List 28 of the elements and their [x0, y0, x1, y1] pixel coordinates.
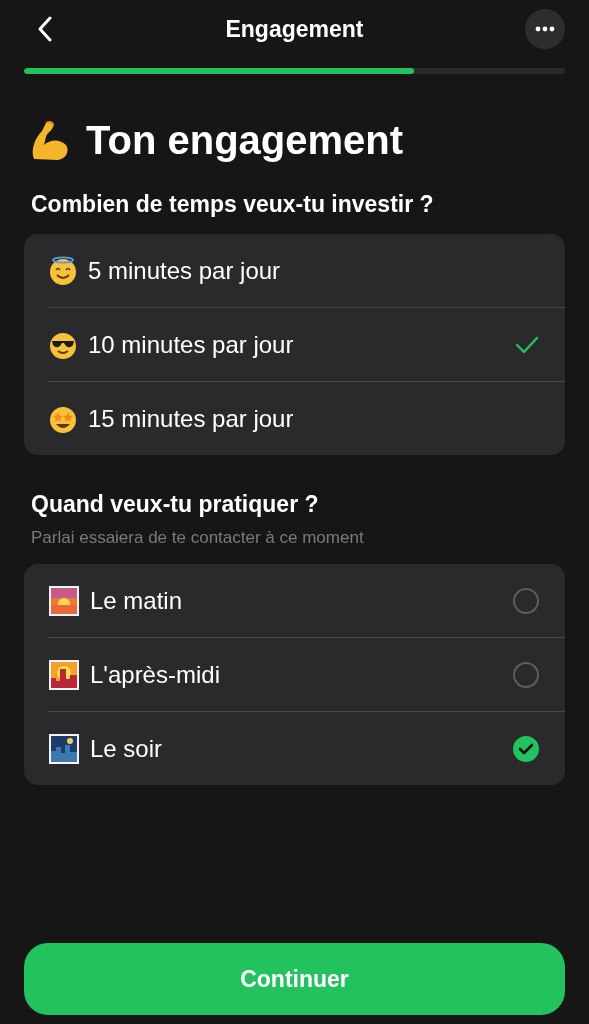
section-hint: Parlai essaiera de te contacter à ce moment: [31, 528, 365, 548]
option-label: 15 minutes par jour: [88, 404, 295, 433]
option-label: 5 minutes par jour: [88, 256, 282, 285]
screen-title: Engagement: [225, 15, 364, 43]
option-row[interactable]: Le soir: [24, 712, 565, 785]
option-row[interactable]: Le matin: [24, 564, 565, 637]
option-row[interactable]: 5 minutes par jour: [24, 234, 565, 307]
section-question: Quand veux-tu pratiquer ?: [31, 491, 320, 518]
back-icon: [38, 16, 52, 42]
radio-button[interactable]: [513, 735, 539, 762]
option-label: 10 minutes par jour: [88, 330, 295, 359]
radio-button[interactable]: [513, 661, 539, 688]
halo-smiley-icon: [48, 255, 78, 286]
option-row[interactable]: 15 minutes par jour: [24, 382, 565, 455]
sunrise-icon: [48, 584, 80, 617]
city-sunset-icon: [48, 658, 80, 691]
checkmark-icon: [518, 742, 534, 755]
option-row[interactable]: 10 minutes par jour: [24, 308, 565, 381]
page-heading: Ton engagement: [86, 118, 404, 163]
more-button[interactable]: [525, 9, 565, 49]
option-label: Le soir: [90, 734, 164, 763]
night-city-icon: [48, 732, 80, 765]
radio-button[interactable]: [513, 587, 539, 614]
option-row[interactable]: L'après-midi: [24, 638, 565, 711]
option-label: Le matin: [90, 586, 184, 615]
option-label: L'après-midi: [90, 660, 221, 689]
more-icon: [535, 26, 555, 32]
section-question: Combien de temps veux-tu investir ?: [31, 191, 435, 218]
